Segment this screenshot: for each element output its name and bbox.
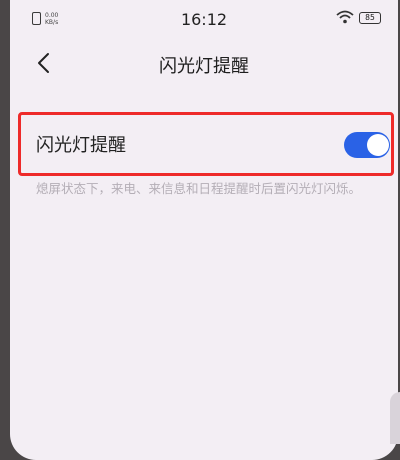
toggle-knob (367, 134, 389, 156)
flash-reminder-toggle[interactable] (344, 132, 390, 158)
setting-description: 熄屏状态下，来电、来信息和日程提醒时后置闪光灯闪烁。 (36, 181, 362, 196)
battery-indicator: 85 (359, 12, 381, 24)
flash-reminder-row[interactable]: 闪光灯提醒 (18, 112, 396, 178)
flash-reminder-label: 闪光灯提醒 (36, 135, 126, 156)
phone-screen: 0.00 KB/s 16:12 85 闪光灯提醒 闪光灯提醒 熄屏状态下，来电、… (10, 0, 400, 460)
status-bar: 0.00 KB/s 16:12 85 (10, 0, 398, 36)
screen-edge (390, 392, 400, 444)
page-title: 闪光灯提醒 (159, 56, 249, 77)
wifi-icon (336, 10, 354, 24)
page-header: 闪光灯提醒 (10, 40, 398, 90)
